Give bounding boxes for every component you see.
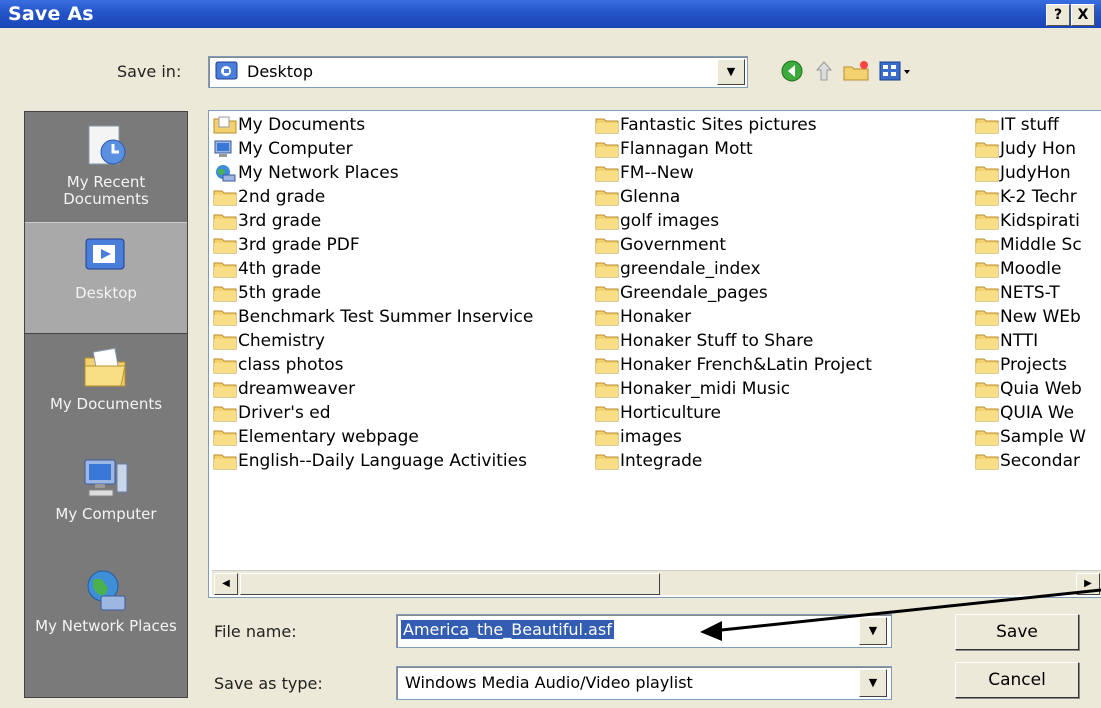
annotation-arrow-icon bbox=[700, 588, 1101, 641]
save-as-dialog: Save As ? X Save in: Desktop ▼ My Recent… bbox=[0, 0, 1101, 708]
